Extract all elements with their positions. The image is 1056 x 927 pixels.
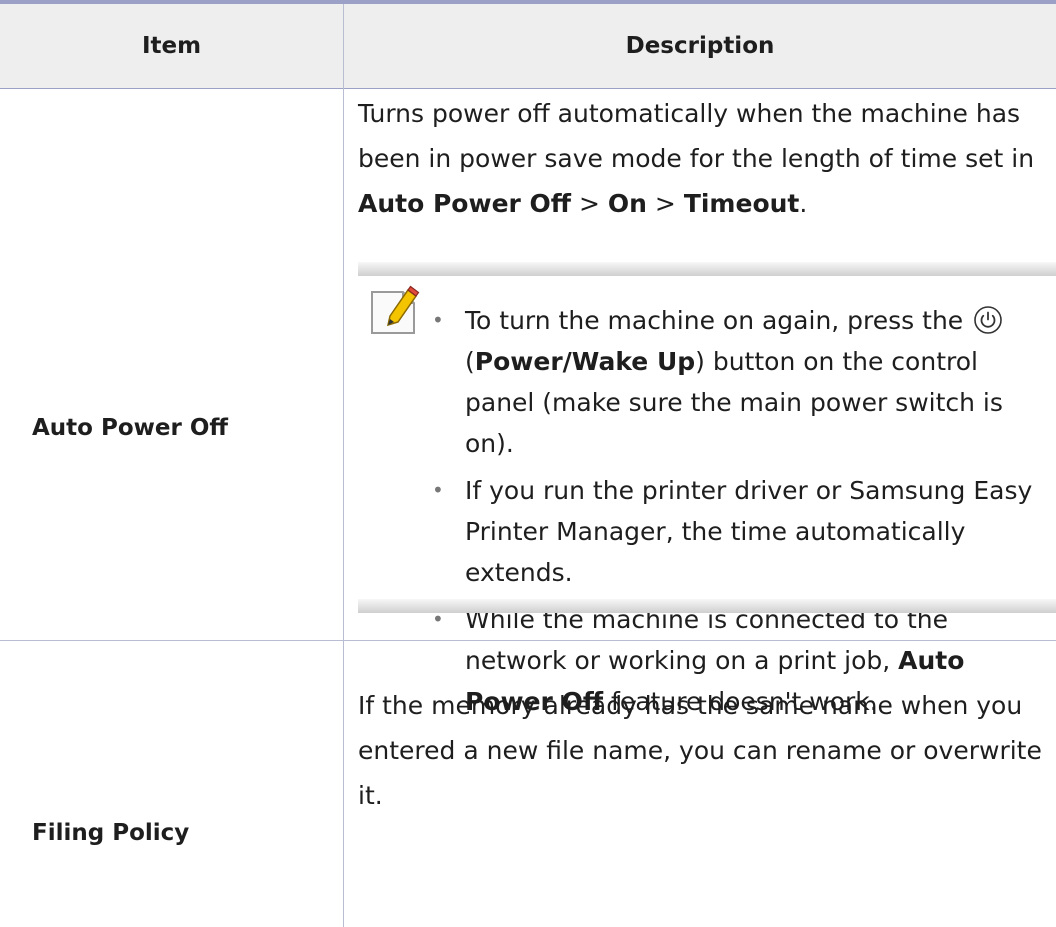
menu-path-auto-power-off: Auto Power Off xyxy=(358,189,572,218)
note-bullet-2: • If you run the printer driver or Samsun… xyxy=(432,470,1052,593)
power-icon xyxy=(974,306,1002,334)
note-bullet-1: • To turn the machine on again, press the… xyxy=(432,300,1052,464)
header-item: Item xyxy=(141,33,202,59)
bullet-text: To turn the machine on again, press the xyxy=(465,306,972,335)
menu-path-on: On xyxy=(607,189,647,218)
header-divider xyxy=(0,88,1056,89)
note-bullet-list: • To turn the machine on again, press the… xyxy=(432,300,1052,728)
auto-power-off-description: Turns power off automatically when the m… xyxy=(358,91,1048,226)
note-bottom-bar xyxy=(358,599,1056,613)
bullet-dot: • xyxy=(432,308,444,332)
menu-path-timeout: Timeout xyxy=(683,189,800,218)
bullet-dot: • xyxy=(432,478,444,502)
path-separator: > xyxy=(571,189,608,218)
header-description: Description xyxy=(625,33,775,59)
row-divider xyxy=(0,640,1056,641)
column-divider xyxy=(343,4,344,927)
period: . xyxy=(799,189,808,218)
item-auto-power-off: Auto Power Off xyxy=(32,415,229,441)
note-pencil-icon xyxy=(371,285,420,334)
description-text: Turns power off automatically when the m… xyxy=(358,99,1035,173)
power-wake-up-label: Power/Wake Up xyxy=(474,347,696,376)
path-separator: > xyxy=(646,189,684,218)
bullet-text: If you run the printer driver or Samsung… xyxy=(465,476,1033,587)
note-top-bar xyxy=(358,262,1056,276)
bullet-text: ( xyxy=(465,347,475,376)
filing-policy-description: If the memory already has the same name … xyxy=(358,691,1042,810)
item-filing-policy: Filing Policy xyxy=(32,820,190,846)
